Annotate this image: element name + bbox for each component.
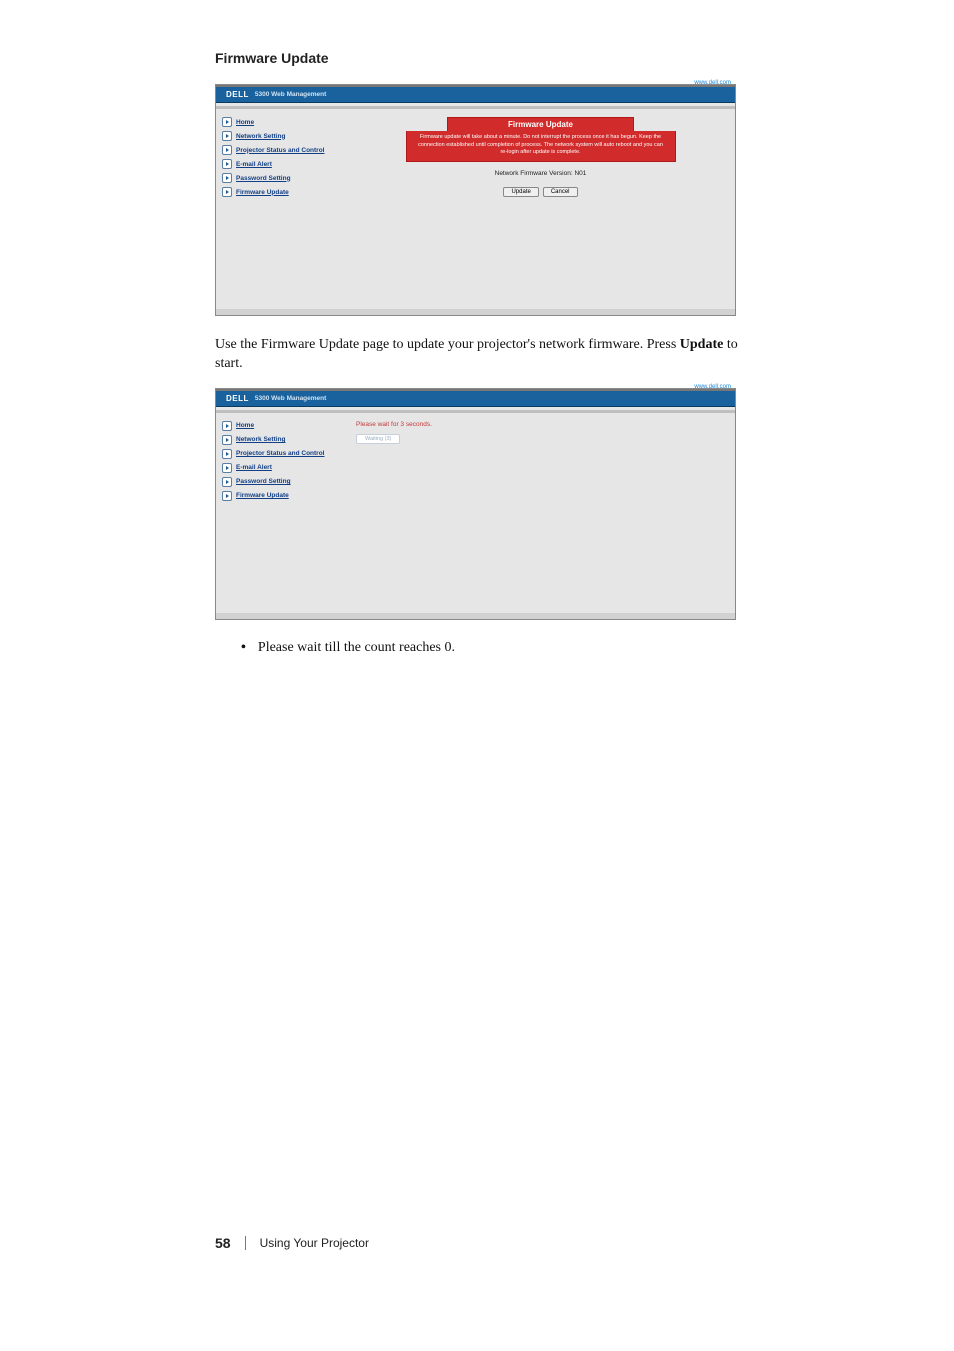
app-header: DELL 5300 Web Management xyxy=(216,391,735,407)
section-name: Using Your Projector xyxy=(260,1236,369,1250)
app-name: 5300 Web Management xyxy=(255,395,326,402)
warning-message: Firmware update will take about a minute… xyxy=(406,131,676,162)
arrow-right-icon xyxy=(222,131,232,141)
arrow-right-icon xyxy=(222,491,232,501)
waiting-button: Waiting (3) xyxy=(356,434,400,444)
paragraph: Use the Firmware Update page to update y… xyxy=(215,336,739,374)
url-label: www.dell.com xyxy=(694,80,731,86)
sidebar-item-email-alert[interactable]: E-mail Alert xyxy=(222,159,340,169)
bullet-dot: • xyxy=(241,640,258,655)
firmware-version-text: Network Firmware Version: N01 xyxy=(495,170,587,177)
sidebar-item-label: E-mail Alert xyxy=(236,161,272,168)
sidebar-item-label: Projector Status and Control xyxy=(236,147,324,154)
sidebar-item-label: Firmware Update xyxy=(236,189,289,196)
app-name: 5300 Web Management xyxy=(255,91,326,98)
wait-message: Please wait for 3 seconds. xyxy=(356,421,432,428)
sidebar-item-label: Home xyxy=(236,422,254,429)
sidebar-item-label: Password Setting xyxy=(236,175,291,182)
section-heading: Firmware Update xyxy=(215,50,739,66)
brand-logo: DELL xyxy=(226,90,249,99)
sidebar-item-password[interactable]: Password Setting xyxy=(222,173,340,183)
main-content: Firmware Update Firmware update will tak… xyxy=(346,109,735,309)
arrow-right-icon xyxy=(222,421,232,431)
sidebar-item-firmware-update[interactable]: Firmware Update xyxy=(222,491,340,501)
sidebar-item-projector-status[interactable]: Projector Status and Control xyxy=(222,145,340,155)
paragraph-bold: Update xyxy=(680,337,724,352)
sidebar-item-home[interactable]: Home xyxy=(222,117,340,127)
sidebar-nav: Home Network Setting Projector Status an… xyxy=(216,413,346,613)
arrow-right-icon xyxy=(222,187,232,197)
paragraph-text: Use the Firmware Update page to update y… xyxy=(215,337,680,352)
sidebar-nav: Home Network Setting Projector Status an… xyxy=(216,109,346,309)
sidebar-item-network[interactable]: Network Setting xyxy=(222,131,340,141)
main-content: Please wait for 3 seconds. Waiting (3) xyxy=(346,413,735,613)
sidebar-item-projector-status[interactable]: Projector Status and Control xyxy=(222,449,340,459)
app-header: DELL 5300 Web Management xyxy=(216,87,735,103)
arrow-right-icon xyxy=(222,145,232,155)
arrow-right-icon xyxy=(222,117,232,127)
page-footer: 58 Using Your Projector xyxy=(215,1235,369,1251)
url-label: www.dell.com xyxy=(694,384,731,390)
arrow-right-icon xyxy=(222,477,232,487)
arrow-right-icon xyxy=(222,449,232,459)
sidebar-item-firmware-update[interactable]: Firmware Update xyxy=(222,187,340,197)
bullet-text: Please wait till the count reaches 0. xyxy=(258,640,455,655)
sidebar-item-label: Password Setting xyxy=(236,478,291,485)
sidebar-item-label: Network Setting xyxy=(236,436,285,443)
bullet-item: •Please wait till the count reaches 0. xyxy=(215,640,739,656)
firmware-update-screenshot: www.dell.com DELL 5300 Web Management Ho… xyxy=(215,84,736,316)
arrow-right-icon xyxy=(222,159,232,169)
sidebar-item-network[interactable]: Network Setting xyxy=(222,435,340,445)
sidebar-item-label: Home xyxy=(236,119,254,126)
divider xyxy=(245,1236,246,1250)
brand-logo: DELL xyxy=(226,394,249,403)
sidebar-item-label: Projector Status and Control xyxy=(236,450,324,457)
sidebar-item-label: E-mail Alert xyxy=(236,464,272,471)
cancel-button[interactable]: Cancel xyxy=(543,187,578,197)
waiting-screenshot: www.dell.com DELL 5300 Web Management Ho… xyxy=(215,388,736,620)
sidebar-item-label: Network Setting xyxy=(236,133,285,140)
sidebar-item-home[interactable]: Home xyxy=(222,421,340,431)
sidebar-item-email-alert[interactable]: E-mail Alert xyxy=(222,463,340,473)
sidebar-item-password[interactable]: Password Setting xyxy=(222,477,340,487)
arrow-right-icon xyxy=(222,463,232,473)
arrow-right-icon xyxy=(222,173,232,183)
update-button[interactable]: Update xyxy=(503,187,538,197)
page-number: 58 xyxy=(215,1235,231,1251)
arrow-right-icon xyxy=(222,435,232,445)
panel-title: Firmware Update xyxy=(447,117,634,131)
sidebar-item-label: Firmware Update xyxy=(236,492,289,499)
